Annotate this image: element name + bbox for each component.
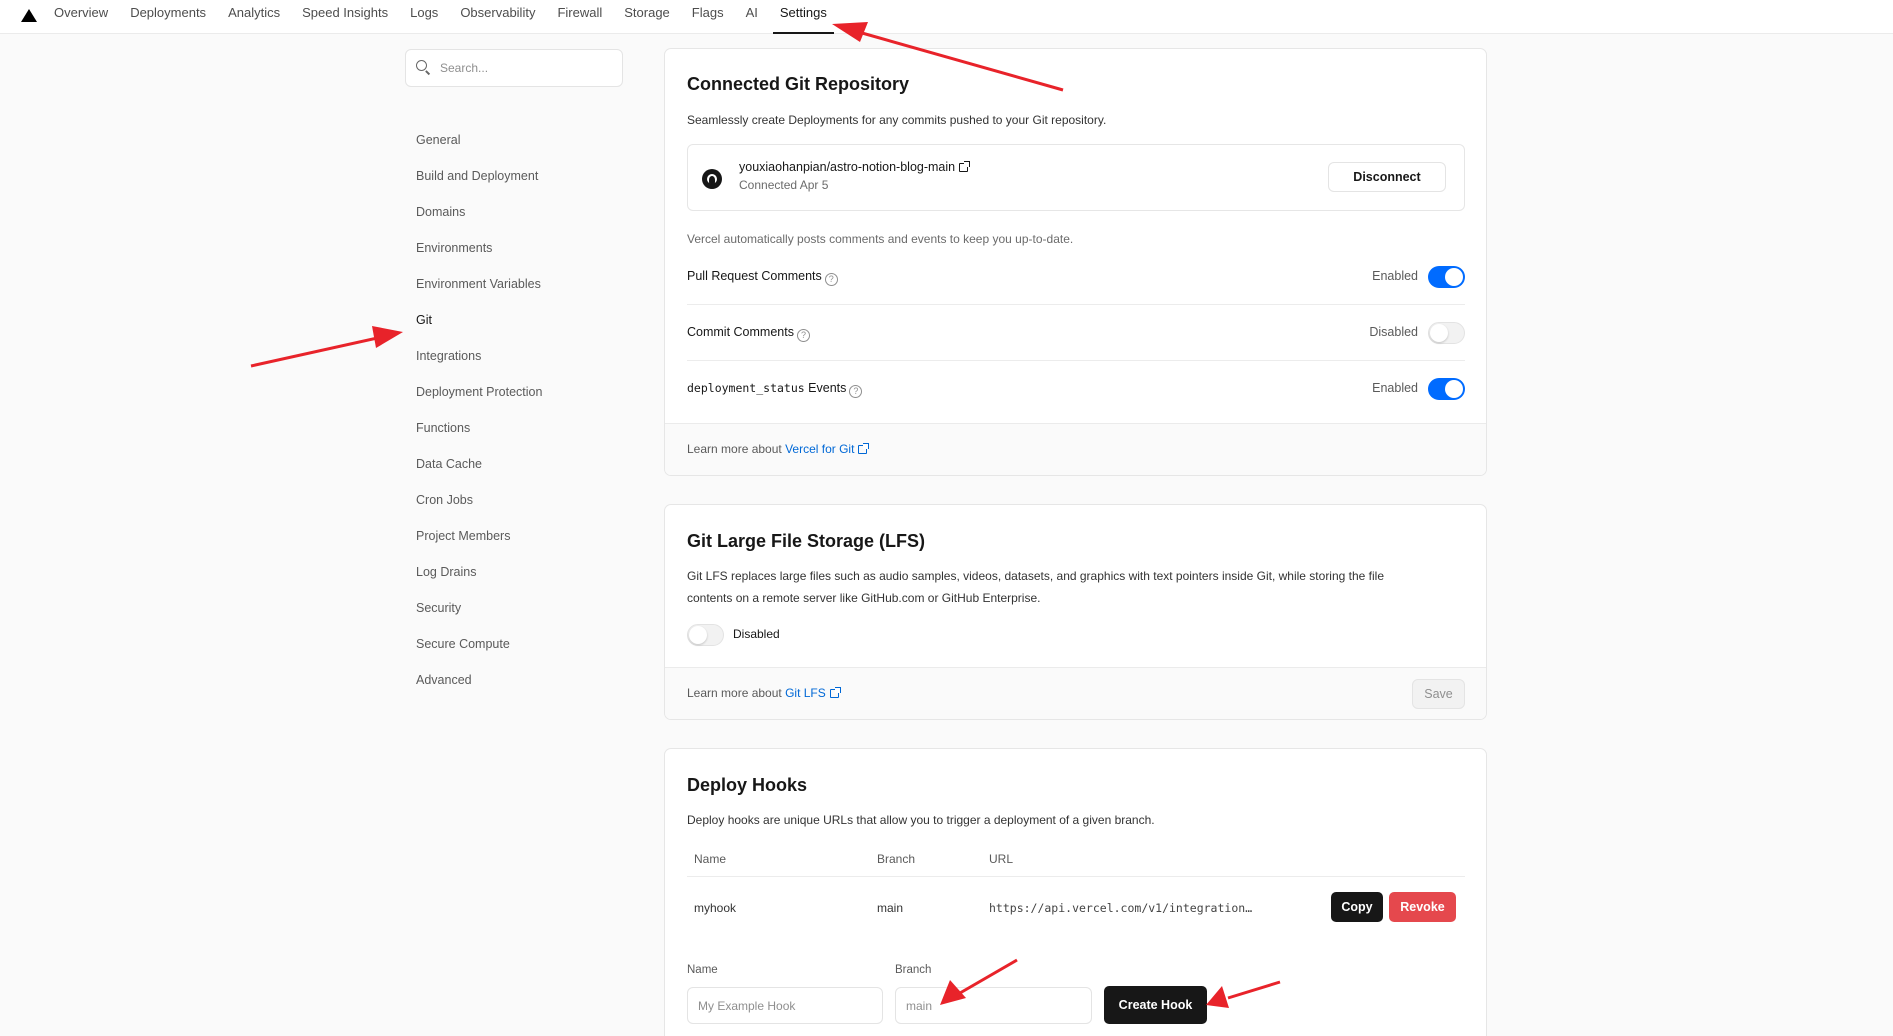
card-description: Deploy hooks are unique URLs that allow … <box>687 813 1155 827</box>
revoke-button[interactable]: Revoke <box>1389 892 1456 922</box>
repo-connected-date: Connected Apr 5 <box>739 178 829 192</box>
tab-settings[interactable]: Settings <box>769 0 838 34</box>
hook-branch: main <box>877 901 904 915</box>
hook-branch-input[interactable] <box>895 987 1092 1024</box>
sidebar-item-log-drains[interactable]: Log Drains <box>416 563 542 599</box>
tab-speed-insights[interactable]: Speed Insights <box>291 0 399 34</box>
card-description-line2: contents on a remote server like GitHub.… <box>687 591 1041 605</box>
setting-label: Commit Comments? <box>687 325 810 342</box>
sidebar-item-data-cache[interactable]: Data Cache <box>416 455 542 491</box>
github-icon <box>702 169 722 189</box>
git-lfs-link[interactable]: Git LFS <box>785 686 826 700</box>
hook-branch-label: Branch <box>895 964 932 976</box>
sidebar-item-cron-jobs[interactable]: Cron Jobs <box>416 491 542 527</box>
external-link-icon <box>858 443 870 454</box>
commit-comments-row: Commit Comments? Disabled <box>687 305 1465 361</box>
pull-request-comments-row: Pull Request Comments? Enabled <box>687 249 1465 305</box>
auto-comment-notice: Vercel automatically posts comments and … <box>687 232 1074 246</box>
sidebar-item-security[interactable]: Security <box>416 599 542 635</box>
settings-search <box>405 49 623 87</box>
sidebar-item-secure-compute[interactable]: Secure Compute <box>416 635 542 671</box>
card-title: Deploy Hooks <box>687 775 808 795</box>
disconnect-button[interactable]: Disconnect <box>1328 162 1446 192</box>
setting-state: Enabled <box>1372 269 1418 283</box>
sidebar-item-domains[interactable]: Domains <box>416 203 542 239</box>
tab-overview[interactable]: Overview <box>43 0 119 34</box>
sidebar-item-git[interactable]: Git <box>416 311 542 347</box>
setting-state: Disabled <box>1369 325 1418 339</box>
annotation-arrow <box>250 326 403 368</box>
search-icon <box>416 60 431 75</box>
column-header-name: Name <box>694 852 727 866</box>
sidebar-item-project-members[interactable]: Project Members <box>416 527 542 563</box>
card-footer: Learn more about Vercel for Git <box>665 423 1486 475</box>
card-footer: Learn more about Git LFS Save <box>665 667 1486 719</box>
tab-firewall[interactable]: Firewall <box>546 0 613 34</box>
commit-comments-toggle[interactable] <box>1428 322 1465 344</box>
tab-deployments[interactable]: Deployments <box>119 0 217 34</box>
sidebar-item-general[interactable]: General <box>416 131 542 167</box>
external-link-icon <box>829 687 841 698</box>
repo-name-link[interactable]: youxiaohanpian/astro-notion-blog-main <box>739 160 971 174</box>
sidebar-item-build-and-deployment[interactable]: Build and Deployment <box>416 167 542 203</box>
hook-name: myhook <box>694 901 737 915</box>
copy-button[interactable]: Copy <box>1331 892 1383 922</box>
card-description-line1: Git LFS replaces large files such as aud… <box>687 569 1385 583</box>
setting-label: deployment_status Events? <box>687 381 863 398</box>
help-icon[interactable]: ? <box>849 385 863 398</box>
help-icon[interactable]: ? <box>824 273 838 286</box>
tab-ai[interactable]: AI <box>735 0 769 34</box>
connected-git-repository-card: Connected Git Repository Seamlessly crea… <box>664 48 1487 476</box>
tab-storage[interactable]: Storage <box>613 0 681 34</box>
tab-logs[interactable]: Logs <box>399 0 449 34</box>
footer-text: Learn more about Vercel for Git <box>687 442 870 456</box>
card-title: Connected Git Repository <box>687 74 910 94</box>
setting-label: Pull Request Comments? <box>687 269 838 286</box>
setting-state: Enabled <box>1372 381 1418 395</box>
hooks-table-header: Name Branch URL <box>687 837 1465 877</box>
deploy-hooks-card: Deploy Hooks Deploy hooks are unique URL… <box>664 748 1487 1036</box>
sidebar-item-deployment-protection[interactable]: Deployment Protection <box>416 383 542 419</box>
hook-name-label: Name <box>687 964 718 976</box>
table-row: myhook main https://api.vercel.com/v1/in… <box>687 877 1465 937</box>
settings-sidebar: General Build and Deployment Domains Env… <box>416 131 542 707</box>
column-header-branch: Branch <box>877 852 916 866</box>
tab-analytics[interactable]: Analytics <box>217 0 291 34</box>
tab-observability[interactable]: Observability <box>449 0 546 34</box>
sidebar-item-environment-variables[interactable]: Environment Variables <box>416 275 542 311</box>
lfs-save-button[interactable]: Save <box>1412 679 1465 709</box>
column-header-url: URL <box>989 852 1014 866</box>
hook-url: https://api.vercel.com/v1/integrations/d… <box>989 901 1259 915</box>
vercel-for-git-link[interactable]: Vercel for Git <box>785 442 854 456</box>
external-link-icon <box>959 161 971 172</box>
card-title: Git Large File Storage (LFS) <box>687 531 926 551</box>
nav-tabs: Overview Deployments Analytics Speed Ins… <box>43 0 838 34</box>
deployment-status-events-toggle[interactable] <box>1428 378 1465 400</box>
sidebar-item-environments[interactable]: Environments <box>416 239 542 275</box>
git-lfs-state: Disabled <box>733 627 780 641</box>
git-lfs-toggle[interactable] <box>687 624 724 646</box>
footer-text: Learn more about Git LFS <box>687 686 841 700</box>
hook-name-input[interactable] <box>687 987 883 1024</box>
sidebar-item-integrations[interactable]: Integrations <box>416 347 542 383</box>
repo-box: youxiaohanpian/astro-notion-blog-main Co… <box>687 144 1465 211</box>
top-nav: Overview Deployments Analytics Speed Ins… <box>0 0 1893 34</box>
tab-flags[interactable]: Flags <box>681 0 735 34</box>
search-input[interactable] <box>440 50 610 86</box>
sidebar-item-functions[interactable]: Functions <box>416 419 542 455</box>
git-lfs-card: Git Large File Storage (LFS) Git LFS rep… <box>664 504 1487 720</box>
card-description: Seamlessly create Deployments for any co… <box>687 113 1107 127</box>
vercel-logo-icon[interactable] <box>21 9 37 22</box>
deployment-status-events-row: deployment_status Events? Enabled <box>687 361 1465 417</box>
pull-request-comments-toggle[interactable] <box>1428 266 1465 288</box>
help-icon[interactable]: ? <box>796 329 810 342</box>
create-hook-button[interactable]: Create Hook <box>1104 986 1207 1024</box>
sidebar-item-advanced[interactable]: Advanced <box>416 671 542 707</box>
